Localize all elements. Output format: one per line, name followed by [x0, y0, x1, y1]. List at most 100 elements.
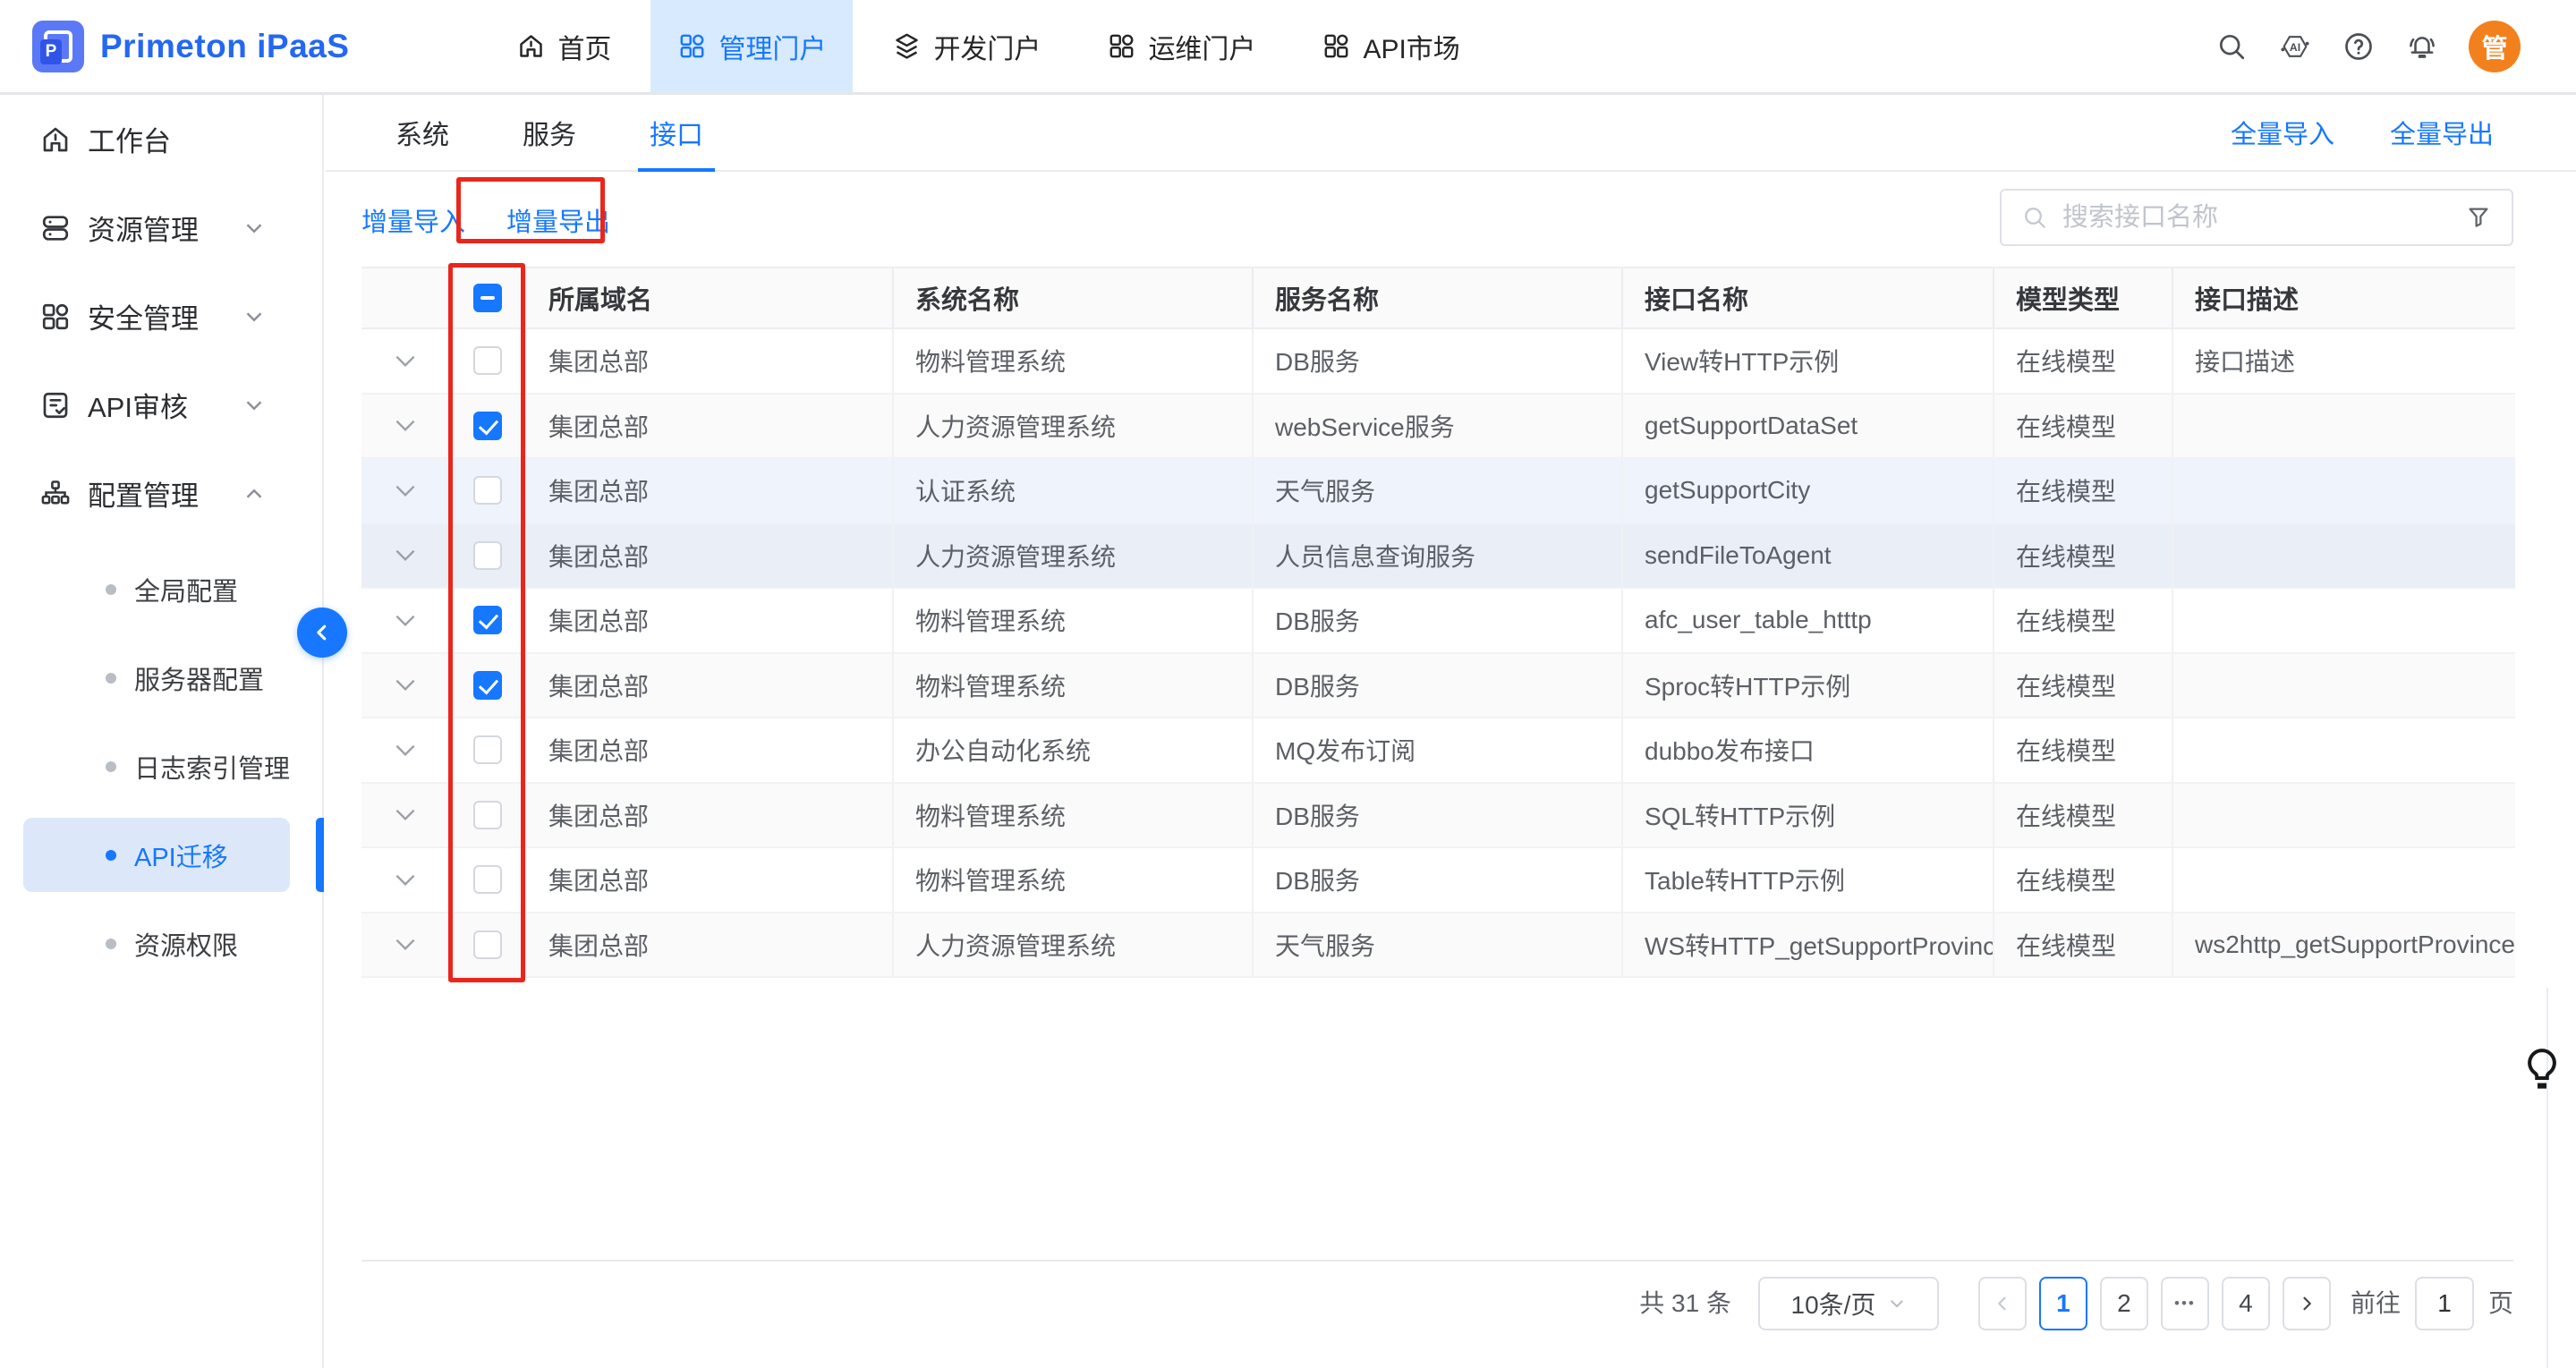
expand-chevron-icon[interactable]: [395, 743, 416, 757]
sidebar-item-api-audit[interactable]: API审核: [0, 361, 322, 449]
cell-model-type: 在线模型: [1994, 589, 2173, 652]
cell-system: 物料管理系统: [894, 848, 1254, 912]
expand-chevron-icon[interactable]: [395, 808, 416, 821]
row-checkbox[interactable]: [473, 801, 502, 829]
page-size-select[interactable]: 10条/页: [1758, 1277, 1939, 1330]
sidebar-subitem-log-index[interactable]: 日志索引管理: [0, 722, 322, 811]
incremental-import-link[interactable]: 增量导入: [361, 201, 465, 239]
row-checkbox[interactable]: [473, 346, 502, 375]
row-checkbox[interactable]: [473, 671, 502, 700]
table-row: 集团总部 人力资源管理系统 webService服务 getSupportDat…: [361, 395, 2515, 460]
svg-text:AI: AI: [2290, 40, 2300, 53]
cell-system: 物料管理系统: [894, 784, 1254, 847]
sidebar-subitem-server-config[interactable]: 服务器配置: [0, 633, 322, 722]
page-number-button[interactable]: 1: [2039, 1277, 2087, 1330]
row-checkbox-cell: [450, 913, 527, 977]
row-checkbox[interactable]: [473, 412, 502, 440]
chevron-left-icon: [312, 623, 332, 642]
row-checkbox[interactable]: [473, 476, 502, 505]
expand-chevron-icon[interactable]: [395, 873, 416, 887]
sidebar-collapse-button[interactable]: [297, 608, 347, 658]
nav-item-home[interactable]: 首页: [489, 0, 638, 92]
search-box: [2000, 189, 2513, 246]
lightbulb-icon[interactable]: [2521, 1045, 2563, 1093]
page-number-button[interactable]: 4: [2222, 1277, 2270, 1330]
sidebar-sublabel: API迁移: [134, 837, 228, 874]
row-checkbox[interactable]: [473, 865, 502, 894]
app-logo[interactable]: P Primeton iPaaS: [32, 21, 349, 72]
home-icon: [39, 123, 72, 156]
app-title: Primeton iPaaS: [100, 28, 349, 65]
incremental-export-link[interactable]: 增量导出: [506, 201, 610, 239]
filter-funnel-icon[interactable]: [2465, 204, 2492, 231]
row-checkbox[interactable]: [473, 606, 502, 634]
top-navbar: P Primeton iPaaS 首页 管理门户 开发门户 运维门户: [0, 0, 2576, 95]
sidebar-label: 配置管理: [88, 473, 199, 514]
row-checkbox[interactable]: [473, 930, 502, 959]
sidebar-item-config[interactable]: 配置管理: [0, 449, 322, 538]
page-number-button[interactable]: •••: [2161, 1277, 2209, 1330]
logo-icon: P: [32, 21, 84, 72]
full-import-link[interactable]: 全量导入: [2231, 114, 2334, 151]
cell-api-name: afc_user_table_htttp: [1623, 589, 1994, 652]
cell-system: 办公自动化系统: [894, 718, 1254, 782]
notifications-bell-icon[interactable]: [2405, 30, 2439, 64]
nav-item-admin-portal[interactable]: 管理门户: [650, 0, 853, 92]
header-expand-cell: [361, 268, 450, 327]
sidebar-subitem-resource-permissions[interactable]: 资源权限: [0, 899, 322, 988]
bullet-icon: [106, 673, 116, 684]
table-row: 集团总部 办公自动化系统 MQ发布订阅 dubbo发布接口 在线模型: [361, 718, 2515, 784]
page-number-button[interactable]: 2: [2100, 1277, 2148, 1330]
cell-service: 人员信息查询服务: [1254, 524, 1623, 588]
prev-page-button[interactable]: [1978, 1277, 2027, 1330]
cell-model-type: 在线模型: [1994, 395, 2173, 458]
cell-model-type: 在线模型: [1994, 784, 2173, 847]
expand-chevron-icon[interactable]: [395, 484, 416, 497]
sidebar-subitem-global-config[interactable]: 全局配置: [0, 545, 322, 633]
nav-item-ops-portal[interactable]: 运维门户: [1080, 0, 1282, 92]
cell-description: 接口描述: [2173, 329, 2515, 393]
expand-chevron-icon[interactable]: [395, 354, 416, 368]
search-icon[interactable]: [2215, 30, 2249, 64]
next-page-button[interactable]: [2283, 1277, 2331, 1330]
row-checkbox-cell: [450, 718, 527, 782]
row-checkbox[interactable]: [473, 735, 502, 764]
sidebar-item-security[interactable]: 安全管理: [0, 272, 322, 361]
home-icon: [516, 31, 546, 61]
expand-chevron-icon[interactable]: [395, 419, 416, 432]
app-window: P Primeton iPaaS 首页 管理门户 开发门户 运维门户: [0, 0, 2576, 1368]
cell-api-name: Sproc转HTTP示例: [1623, 654, 1994, 718]
expand-chevron-icon[interactable]: [395, 938, 416, 951]
document-check-icon: [39, 389, 72, 421]
tab-interface[interactable]: 接口: [650, 95, 703, 170]
ai-assistant-icon[interactable]: AI: [2278, 30, 2312, 64]
cell-service: DB服务: [1254, 329, 1623, 393]
cell-domain: 集团总部: [527, 459, 894, 523]
full-export-link[interactable]: 全量导出: [2390, 114, 2494, 151]
tab-system[interactable]: 系统: [395, 95, 449, 170]
row-expand-cell: [361, 395, 450, 458]
select-all-checkbox[interactable]: [473, 284, 502, 312]
help-icon[interactable]: [2342, 30, 2376, 64]
nav-label: 运维门户: [1148, 27, 1255, 66]
expand-chevron-icon[interactable]: [395, 614, 416, 627]
cell-description: [2173, 718, 2515, 782]
tab-service[interactable]: 服务: [523, 95, 576, 170]
server-icon: [39, 212, 72, 244]
goto-page-input[interactable]: [2415, 1277, 2474, 1330]
chevron-up-icon: [243, 483, 265, 505]
sidebar-sublabel: 服务器配置: [134, 659, 264, 697]
cell-domain: 集团总部: [527, 329, 894, 393]
header-checkbox-cell: [450, 268, 527, 327]
expand-chevron-icon[interactable]: [395, 678, 416, 692]
nav-item-dev-portal[interactable]: 开发门户: [865, 0, 1067, 92]
row-checkbox[interactable]: [473, 541, 502, 570]
expand-chevron-icon[interactable]: [395, 548, 416, 562]
search-input[interactable]: [2062, 203, 2465, 233]
sidebar-item-workbench[interactable]: 工作台: [0, 95, 322, 183]
sidebar-subitem-api-migration[interactable]: API迁移: [0, 811, 322, 899]
nav-item-api-market[interactable]: API市场: [1295, 0, 1486, 92]
sidebar-item-resources[interactable]: 资源管理: [0, 183, 322, 272]
user-avatar[interactable]: 管: [2469, 21, 2521, 72]
cell-model-type: 在线模型: [1994, 459, 2173, 523]
